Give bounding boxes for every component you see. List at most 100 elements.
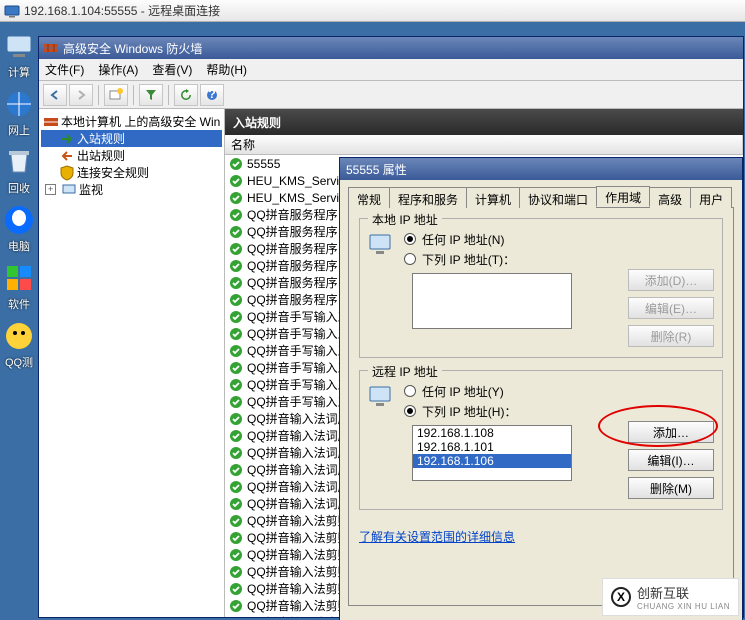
group-legend: 本地 IP 地址 <box>368 211 442 228</box>
tree-label: 本地计算机 上的高级安全 Win <box>61 113 220 130</box>
allow-icon <box>229 429 243 443</box>
tab-users[interactable]: 用户 <box>690 187 732 208</box>
firewall-title-bar[interactable]: 高级安全 Windows 防火墙 <box>39 37 743 59</box>
tree-consec[interactable]: 连接安全规则 <box>41 164 222 181</box>
edit-button[interactable]: 编辑(I)… <box>628 449 714 471</box>
rule-name: QQ拼音手写输入工 <box>247 308 350 325</box>
column-header-name[interactable]: 名称 <box>225 135 743 155</box>
allow-icon <box>229 463 243 477</box>
rule-name: QQ拼音输入法剪贴 <box>247 563 350 580</box>
tree-outbound[interactable]: 出站规则 <box>41 147 222 164</box>
list-item[interactable]: 192.168.1.106 <box>413 454 571 468</box>
expand-icon[interactable]: + <box>45 184 56 195</box>
add-button[interactable]: 添加(D)… <box>628 269 714 291</box>
remote-button-column: 添加… 编辑(I)… 删除(M) <box>628 421 714 499</box>
rule-name: QQ拼音服务程序 <box>247 274 338 291</box>
radio-label: 任何 IP 地址(Y) <box>422 383 504 400</box>
allow-icon <box>229 208 243 222</box>
add-rule-button[interactable] <box>104 84 128 106</box>
tab-advanced[interactable]: 高级 <box>649 187 691 208</box>
rule-name: QQ拼音输入法词库 <box>247 495 350 512</box>
desktop-icon-label: 软件 <box>8 296 30 312</box>
properties-dialog: 55555 属性 常规 程序和服务 计算机 协议和端口 作用域 高级 用户 本地… <box>339 157 743 620</box>
monitor-icon <box>61 182 77 198</box>
tree-label: 连接安全规则 <box>77 164 149 181</box>
allow-icon <box>229 599 243 613</box>
menu-action[interactable]: 操作(A) <box>98 61 138 78</box>
edit-button[interactable]: 编辑(E)… <box>628 297 714 319</box>
qq-guard-icon <box>3 204 35 236</box>
allow-icon <box>229 616 243 618</box>
rule-name: QQ拼音输入法剪贴 <box>247 597 350 614</box>
allow-icon <box>229 412 243 426</box>
menu-file[interactable]: 文件(F) <box>45 61 84 78</box>
rule-name: QQ拼音输入法皮肤 <box>247 614 350 617</box>
radio-these-remote[interactable]: 下列 IP 地址(H)： <box>404 401 714 421</box>
computer-icon <box>3 30 35 62</box>
rule-name: HEU_KMS_Service <box>247 174 352 188</box>
back-button[interactable] <box>43 84 67 106</box>
desktop-icon[interactable]: 软件 <box>2 262 36 312</box>
svg-text:?: ? <box>208 89 215 101</box>
filter-button[interactable] <box>139 84 163 106</box>
tab-computers[interactable]: 计算机 <box>466 187 520 208</box>
rule-name: HEU_KMS_Service <box>247 191 352 205</box>
radio-icon <box>404 405 416 417</box>
desktop-icon[interactable]: QQ测 <box>2 320 36 370</box>
menu-view[interactable]: 查看(V) <box>152 61 192 78</box>
allow-icon <box>229 293 243 307</box>
toolbar-sep <box>98 85 99 105</box>
radio-these-local[interactable]: 下列 IP 地址(T)： <box>404 249 714 269</box>
menu-bar: 文件(F) 操作(A) 查看(V) 帮助(H) <box>39 59 743 81</box>
allow-icon <box>229 378 243 392</box>
software-icon <box>3 262 35 294</box>
refresh-button[interactable] <box>174 84 198 106</box>
tree-inbound[interactable]: 入站规则 <box>41 130 222 147</box>
tab-general[interactable]: 常规 <box>348 187 390 208</box>
remote-desktop: 计算 网上 回收 电脑 软件 QQ测 高级安全 Windows 防火墙 <box>0 22 745 620</box>
nav-tree: 本地计算机 上的高级安全 Win 入站规则 出站规则 连接安全规则 <box>39 109 224 202</box>
local-ip-list[interactable] <box>412 273 572 329</box>
list-item[interactable]: 192.168.1.101 <box>413 440 571 454</box>
watermark-text-block: 创新互联 CHUANG XIN HU LIAN <box>637 583 730 611</box>
remove-button[interactable]: 删除(R) <box>628 325 714 347</box>
allow-icon <box>229 242 243 256</box>
tab-programs[interactable]: 程序和服务 <box>389 187 467 208</box>
allow-icon <box>229 514 243 528</box>
rule-name: QQ拼音手写输入工 <box>247 359 350 376</box>
desktop-icon[interactable]: 回收 <box>2 146 36 196</box>
menu-help[interactable]: 帮助(H) <box>206 61 247 78</box>
tree-monitor[interactable]: + 监视 <box>41 181 222 198</box>
allow-icon <box>229 174 243 188</box>
allow-icon <box>229 276 243 290</box>
desktop-icon[interactable]: 网上 <box>2 88 36 138</box>
rdp-title-bar: 192.168.1.104:55555 - 远程桌面连接 <box>0 0 745 22</box>
remove-button[interactable]: 删除(M) <box>628 477 714 499</box>
rule-name: QQ拼音服务程序 <box>247 206 338 223</box>
allow-icon <box>229 497 243 511</box>
security-icon <box>59 165 75 181</box>
forward-button[interactable] <box>69 84 93 106</box>
allow-icon <box>229 548 243 562</box>
desktop-icon-label: 网上 <box>8 122 30 138</box>
computer-icon <box>368 233 396 257</box>
firewall-title: 高级安全 Windows 防火墙 <box>63 40 202 57</box>
help-button[interactable]: ? <box>200 84 224 106</box>
remote-ip-list[interactable]: 192.168.1.108 192.168.1.101 192.168.1.10… <box>412 425 572 481</box>
rule-name: QQ拼音输入法剪贴 <box>247 580 350 597</box>
toolbar-sep <box>133 85 134 105</box>
desktop-icon[interactable]: 电脑 <box>2 204 36 254</box>
tab-protocols[interactable]: 协议和端口 <box>519 187 597 208</box>
allow-icon <box>229 310 243 324</box>
help-link[interactable]: 了解有关设置范围的详细信息 <box>359 528 515 545</box>
radio-any-local[interactable]: 任何 IP 地址(N) <box>404 229 714 249</box>
list-item[interactable]: 192.168.1.108 <box>413 426 571 440</box>
tab-scope[interactable]: 作用域 <box>596 186 650 207</box>
tree-root[interactable]: 本地计算机 上的高级安全 Win <box>41 113 222 130</box>
allow-icon <box>229 446 243 460</box>
radio-any-remote[interactable]: 任何 IP 地址(Y) <box>404 381 714 401</box>
desktop-icon[interactable]: 计算 <box>2 30 36 80</box>
desktop-icon-label: 电脑 <box>8 238 30 254</box>
add-button[interactable]: 添加… <box>628 421 714 443</box>
dialog-title-bar[interactable]: 55555 属性 <box>340 158 742 180</box>
